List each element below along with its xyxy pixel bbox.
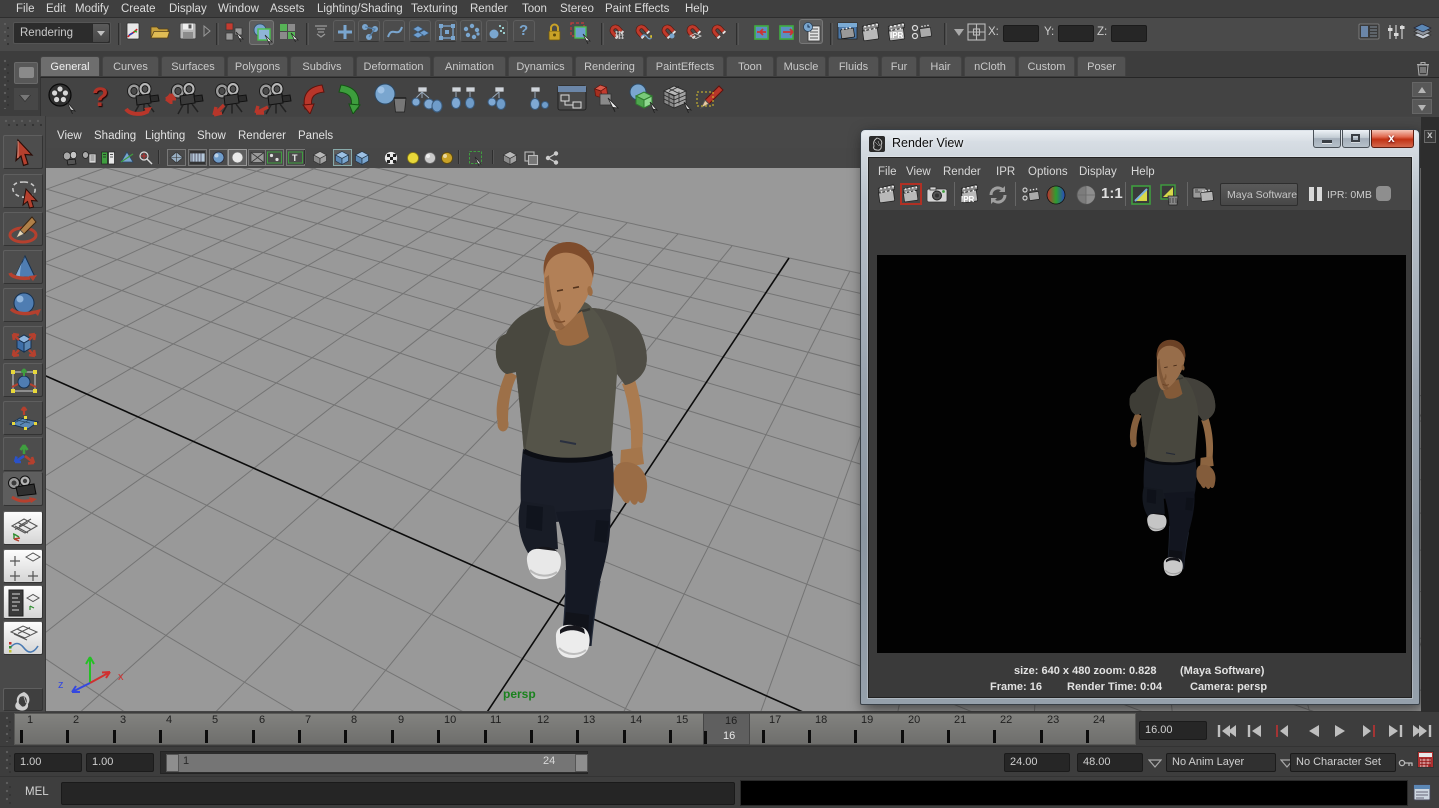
svg-text:T: T (292, 153, 298, 163)
svg-text:x: x (118, 671, 124, 683)
svg-text:IPR: IPR (890, 31, 904, 39)
svg-text:persp: persp (503, 687, 536, 701)
svg-text:z: z (58, 679, 64, 691)
svg-text:IPR: IPR (961, 195, 975, 203)
